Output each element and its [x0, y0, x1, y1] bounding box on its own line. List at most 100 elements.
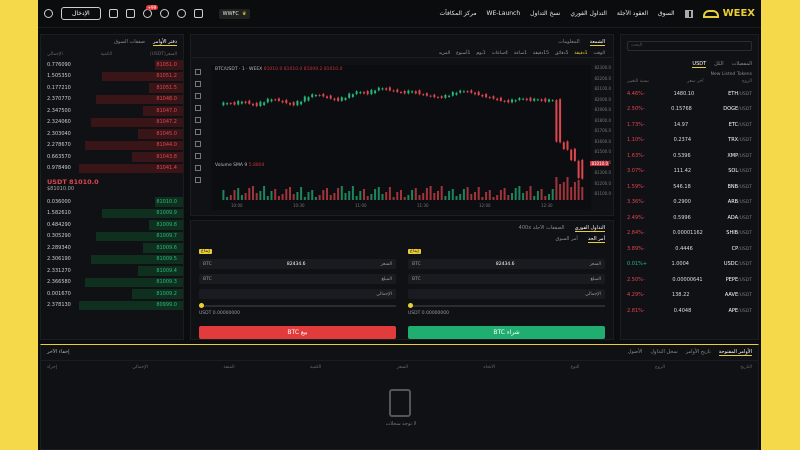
orderbook-row[interactable]: 81041.4 0.978490 [41, 163, 183, 175]
nav-futures[interactable]: العقود الآجلة [617, 10, 648, 17]
buy-button[interactable]: شراء BTC [408, 326, 605, 339]
buy-slider-handle[interactable] [408, 303, 413, 308]
measure-icon[interactable] [195, 129, 201, 135]
tab-orderbook[interactable]: دفتر الأوامر [153, 39, 177, 46]
sell-percent-slider[interactable] [199, 303, 396, 308]
crosshair-icon[interactable] [195, 69, 201, 75]
text-icon[interactable] [195, 141, 201, 147]
orderbook-row[interactable]: 81009.7 0.305290 [41, 231, 183, 243]
nav-copy-trading[interactable]: نسخ التداول [530, 10, 560, 17]
market-row[interactable]: PEPE/USDT 0.00000641 -2.50% [621, 272, 758, 288]
login-button[interactable]: الإدخال [61, 7, 101, 20]
tab-order-history[interactable]: تاريخ الأوامر [686, 349, 711, 356]
market-row[interactable]: SOL/USDT 111.42 -3.07% [621, 164, 758, 180]
sell-button[interactable]: بيع BTC [199, 326, 396, 339]
interval-option[interactable]: 15دقيقة [533, 51, 549, 56]
orderbook-row[interactable]: 81009.8 0.484290 [41, 219, 183, 231]
orderbook-row[interactable]: 81051.2 1.505350 [41, 71, 183, 83]
market-row[interactable]: CP/USDT 0.4446 -3.89% [621, 241, 758, 257]
nav-we-launch[interactable]: WE-Launch [487, 10, 521, 17]
orderbook-row[interactable]: 81009.5 2.306190 [41, 254, 183, 266]
orderbook-row[interactable]: 81009.3 2.366580 [41, 277, 183, 289]
market-search-input[interactable]: البحث [627, 41, 752, 51]
search-icon[interactable] [44, 9, 53, 18]
sell-slider-handle[interactable] [199, 303, 204, 308]
orderbook-row[interactable]: 81045.0 2.303040 [41, 128, 183, 140]
download-icon[interactable] [125, 9, 135, 18]
tab-candles[interactable]: الشمعة [589, 39, 605, 46]
tab-limit[interactable]: أمر الحد [587, 236, 605, 243]
buy-amount-input[interactable]: BTC المبلغ [408, 274, 605, 284]
nav-rewards[interactable]: مركز المكافآت [439, 10, 476, 17]
orderbook-row[interactable]: 81009.4 2.331270 [41, 265, 183, 277]
price-chart[interactable]: BTC/USDT · 1 · WEEX 81010.0 81010.0 8100… [211, 65, 591, 210]
pattern-icon[interactable] [195, 117, 201, 123]
buy-price-input[interactable]: BTC 82434.6 السعر [408, 259, 605, 269]
globe-icon[interactable] [159, 9, 169, 18]
buy-deposit-button[interactable]: إيداع [408, 249, 421, 254]
document-icon[interactable] [108, 9, 118, 18]
tab-trade-history[interactable]: سجل التداول [650, 349, 677, 356]
interval-option[interactable]: 1يوم [476, 51, 485, 56]
market-row[interactable]: AAVE/USDT 138.22 -4.29% [621, 288, 758, 304]
hline-icon[interactable] [195, 93, 201, 99]
tab-open-orders[interactable]: الأوامر المفتوحة [718, 349, 752, 356]
leverage-label[interactable]: الصفقات الآجلة 400x [519, 225, 565, 232]
market-row[interactable]: DOGE/USDT 0.15768 -2.50% [621, 102, 758, 118]
orderbook-row[interactable]: 81051.0 0.776090 [41, 59, 183, 71]
buy-total-input[interactable]: الإجمالي [408, 289, 605, 299]
nav-spot[interactable]: التداول الفوري [570, 10, 607, 17]
orderbook-row[interactable]: 81044.0 2.278670 [41, 140, 183, 152]
tab-market[interactable]: أمر السوق [556, 236, 578, 243]
market-row[interactable]: USDC/USDT 1.0004 +0.01% [621, 257, 758, 273]
orderbook-row[interactable]: 81010.0 0.036000 [41, 196, 183, 208]
interval-option[interactable]: 1أسبوع [456, 51, 470, 56]
brand-logo[interactable]: WEEX [702, 8, 755, 19]
market-row[interactable]: ADA/USDT 0.5996 -2.49% [621, 210, 758, 226]
orderbook-row[interactable]: 81043.8 0.663570 [41, 151, 183, 163]
tab-usdt[interactable]: USDT [692, 61, 707, 68]
buy-percent-slider[interactable] [408, 303, 605, 308]
market-row[interactable]: ETH/USDT 1480.10 -4.46% [621, 86, 758, 102]
notification-icon[interactable]: +99 [142, 5, 159, 18]
tab-all[interactable]: الكل [714, 61, 723, 68]
market-row[interactable]: ETC/USDT 14.97 -1.73% [621, 117, 758, 133]
apps-grid-icon[interactable] [684, 9, 693, 18]
orderbook-row[interactable]: 81047.0 2.347500 [41, 105, 183, 117]
sell-deposit-button[interactable]: إيداع [199, 249, 212, 254]
tab-favorites[interactable]: المفضلات [732, 61, 752, 68]
orderbook-row[interactable]: 81047.2 2.324060 [41, 117, 183, 129]
interval-option[interactable]: 4ساعات [492, 51, 508, 56]
market-row[interactable]: XMP/USDT 0.5396 -1.63% [621, 148, 758, 164]
orderbook-row[interactable]: 81009.2 0.001670 [41, 288, 183, 300]
tab-market-trades[interactable]: صفقات السوق [114, 39, 145, 46]
interval-option[interactable]: 1دقيقة [574, 51, 587, 56]
market-row[interactable]: APE/USDT 0.4048 -2.81% [621, 303, 758, 319]
trash-icon[interactable] [195, 177, 201, 183]
interval-option[interactable]: 5دقائق [555, 51, 568, 56]
trendline-icon[interactable] [195, 81, 201, 87]
theme-icon[interactable] [193, 9, 203, 18]
settings-icon[interactable] [176, 9, 186, 18]
spot-label[interactable]: التداول الفوري [574, 225, 605, 232]
hide-others-toggle[interactable]: إخفاء الآخر [47, 349, 70, 356]
fib-icon[interactable] [195, 105, 201, 111]
nav-markets[interactable]: السوق [658, 10, 675, 17]
tab-assets[interactable]: الأصول [628, 349, 643, 356]
orderbook-row[interactable]: 81051.5 0.177210 [41, 82, 183, 94]
orderbook-row[interactable]: 81009.9 1.582610 [41, 208, 183, 220]
sell-price-input[interactable]: BTC 82434.6 السعر [199, 259, 396, 269]
orderbook-row[interactable]: 81009.6 2.289340 [41, 242, 183, 254]
sell-amount-input[interactable]: BTC المبلغ [199, 274, 396, 284]
interval-option[interactable]: 1ساعة [514, 51, 527, 56]
market-row[interactable]: SHIB/USDT 0.00001162 -2.84% [621, 226, 758, 242]
orderbook-row[interactable]: 80999.0 2.378130 [41, 300, 183, 312]
interval-option[interactable]: الوقت [593, 51, 605, 56]
market-row[interactable]: TRX/USDT 0.2374 -1.10% [621, 133, 758, 149]
market-row[interactable]: ARB/USDT 0.2900 -3.36% [621, 195, 758, 211]
market-row[interactable]: BNB/USDT 546.18 -1.59% [621, 179, 758, 195]
emoji-icon[interactable] [195, 153, 201, 159]
sell-total-input[interactable]: الإجمالي [199, 289, 396, 299]
orderbook-row[interactable]: 81048.0 2.370770 [41, 94, 183, 106]
promo-badge[interactable]: ♛ WWFC [218, 8, 251, 19]
